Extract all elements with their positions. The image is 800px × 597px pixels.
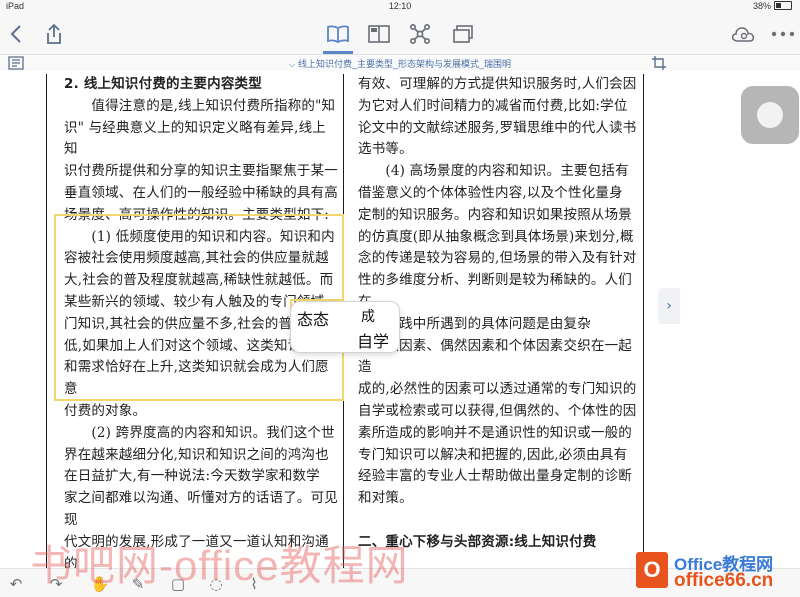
text-line: 界在越来越细分化,知识和知识之间的鸿沟也 xyxy=(64,446,329,463)
breadcrumb[interactable]: ⌵ 线上知识付费_主要类型_形态架构与发展模式_瑞围明 xyxy=(0,57,800,70)
text-line: 成的,必然性的因素可以透过通常的专门知识的 xyxy=(358,381,637,398)
text-line: 和对策。 xyxy=(358,490,413,507)
status-bar: iPad 12:10 38% xyxy=(0,0,800,14)
mindmap-icon[interactable] xyxy=(406,20,434,48)
battery-percent: 38% xyxy=(752,1,771,11)
text-line: 论文中的文献综述服务,罗辑思维中的代人读书 xyxy=(358,119,637,136)
layers-icon[interactable] xyxy=(449,20,477,48)
section-heading: 2. 线上知识付费的主要内容类型 xyxy=(64,76,262,92)
text-line: 值得注意的是,线上知识付费所指称的"知 xyxy=(64,97,336,114)
right-column: 有效、可理解的方式提供知识服务时,人们会因 为它对人们时间精力的减省而付费,比如:… xyxy=(358,74,640,554)
text-line: 家之间都难以沟通、听懂对方的话语了。可见现 xyxy=(64,490,338,528)
share-icon[interactable] xyxy=(40,20,68,48)
text-line: (2) 跨界度高的内容和知识。我们这个世 xyxy=(64,424,335,441)
text-line: 专门知识可以解决和把握的,因此,必须由具有 xyxy=(358,446,628,463)
battery-indicator: 38% xyxy=(753,1,792,11)
top-toolbar xyxy=(0,14,800,55)
text-line: 社会实践中所遇到的具体问题是由复杂 xyxy=(358,315,591,332)
watermark-logo-line2: office66.cn xyxy=(674,570,774,591)
text-line: 的必然因素、偶然因素和个体因素交织在一起造 xyxy=(358,337,632,376)
breadcrumb-text: 线上知识付费_主要类型_形态架构与发展模式_瑞围明 xyxy=(298,59,512,69)
cloud-icon[interactable] xyxy=(729,20,757,48)
clock: 12:10 xyxy=(388,1,412,11)
watermark-logo: O Office教程网 office66.cn xyxy=(636,548,796,594)
text-line: 识" 与经典意义上的知识定义略有差异,线上知 xyxy=(64,119,326,158)
undo-icon[interactable]: ↶ xyxy=(6,574,26,594)
active-tab-indicator xyxy=(323,51,353,54)
text-line: 在日益扩大,有一种说法:今天数学家和数学 xyxy=(64,468,320,485)
next-page-arrow[interactable]: › xyxy=(658,288,680,324)
battery-icon xyxy=(774,1,792,10)
text-line: 有效、可理解的方式提供知识服务时,人们会因 xyxy=(358,76,637,92)
text-line: 识付费所提供和分享的知识主要指聚焦于某一 xyxy=(64,163,338,180)
text-line: 的仿真度(即从抽象概念到具体场景)来划分,概 xyxy=(358,228,634,245)
book-icon[interactable] xyxy=(324,20,352,48)
popup-word-a: 态态 xyxy=(297,310,330,329)
panel-icon[interactable] xyxy=(365,20,393,48)
text-line: 定制的知识服务。内容和知识如果按照从场景 xyxy=(358,206,632,223)
popup-word-c: 自学 xyxy=(357,332,390,351)
text-line: 借鉴意义的个体体验性内容,以及个性化量身 xyxy=(358,184,623,201)
office-logo-icon: O xyxy=(636,552,668,588)
text-line: 念的传递是较为容易的,但场景的带入及有针对 xyxy=(358,250,637,267)
back-chevron-icon[interactable] xyxy=(2,20,30,48)
text-line: 素所造成的影响并不是通识性的知识或一般的 xyxy=(358,424,632,441)
chevron-down-icon: ⌵ xyxy=(288,60,296,69)
chevron-right-icon: › xyxy=(666,298,672,314)
text-line: 自学或检索或可以获得,但偶然的、个体性的因 xyxy=(358,402,637,419)
text-line: 为它对人们时间精力的减省而付费,比如:学位 xyxy=(358,97,628,114)
popup-word-b: 成 xyxy=(361,309,375,325)
left-margin-rule xyxy=(46,74,47,574)
text-line: 经验丰富的专业人士帮助做出量身定制的诊断 xyxy=(358,468,632,485)
text-line: 垂直领域、在人们的一般经验中稀缺的具有高 xyxy=(64,184,338,201)
text-line xyxy=(358,510,640,532)
text-line: 付费的对象。 xyxy=(64,402,147,419)
text-line: (4) 高场景度的内容和知识。主要包括有 xyxy=(358,163,629,180)
crop-icon[interactable] xyxy=(645,49,673,77)
text-line: 性的多维度分析、判断则是较为稀缺的。人们在 xyxy=(358,272,632,310)
right-margin-rule xyxy=(643,74,644,574)
more-icon[interactable] xyxy=(769,20,797,48)
assistive-touch-button[interactable] xyxy=(741,86,799,144)
text-line: 选书等。 xyxy=(358,141,413,158)
document-subbar: ⌵ 线上知识付费_主要类型_形态架构与发展模式_瑞围明 xyxy=(0,55,800,71)
word-popup[interactable]: 态态 成 自学 xyxy=(290,301,400,353)
watermark-text: 书吧网-office教程网 xyxy=(30,542,409,589)
